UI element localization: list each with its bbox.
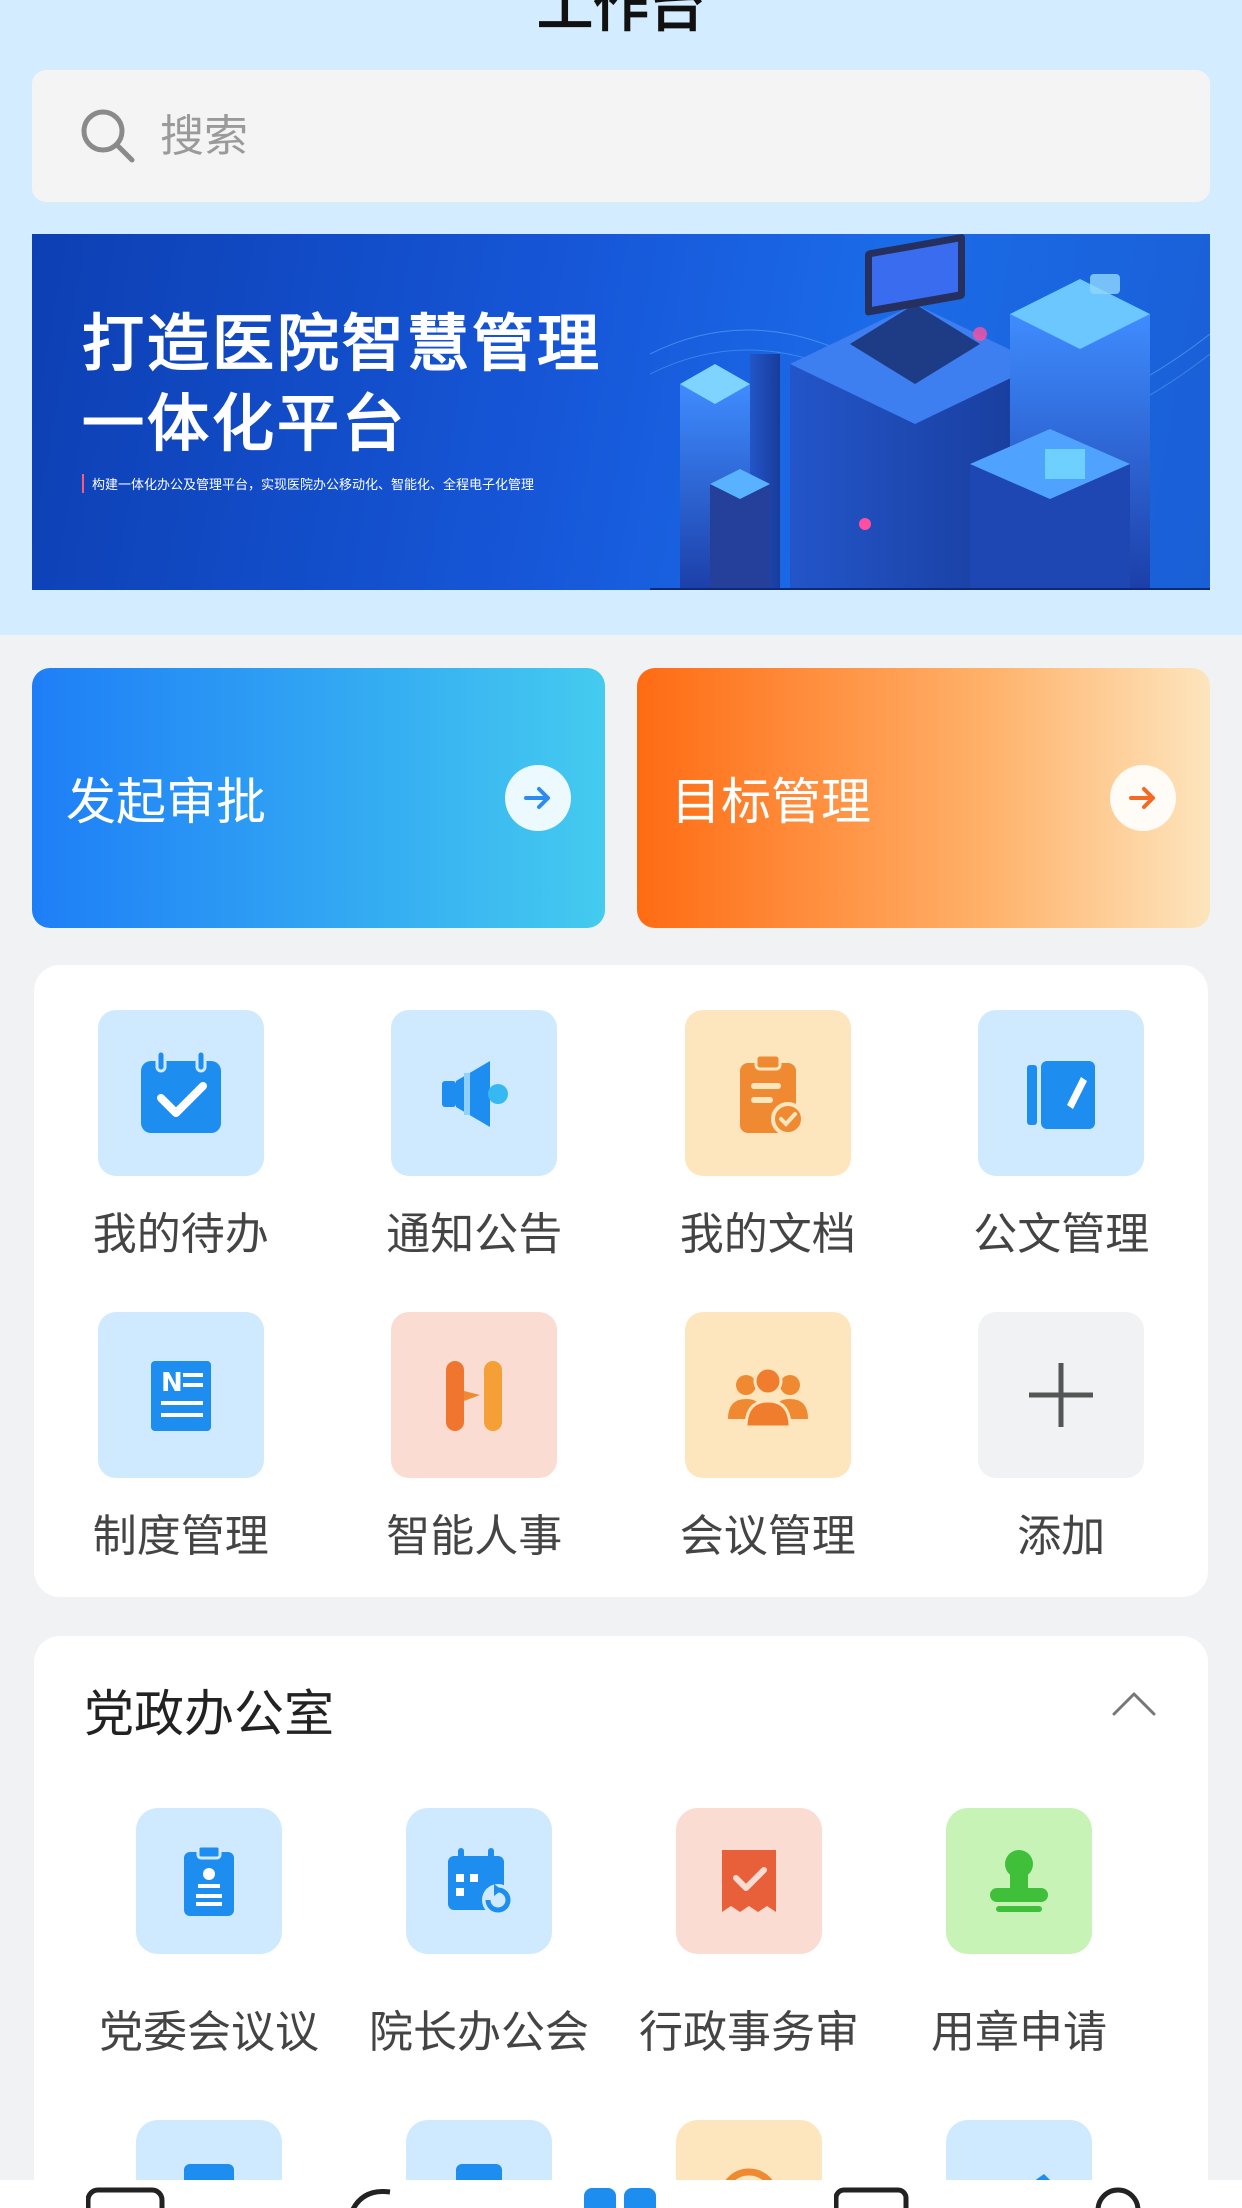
- tab-profile-icon[interactable]: [1090, 2186, 1160, 2208]
- banner-title: 打造医院智慧管理 一体化平台: [82, 304, 602, 464]
- app-label: 制度管理: [92, 1511, 269, 1562]
- svg-text:N: N: [161, 1368, 183, 1398]
- tab-contacts-icon[interactable]: [340, 2186, 420, 2208]
- app-notice[interactable]: 通知公告: [328, 1010, 622, 1262]
- megaphone-icon: [391, 1010, 558, 1176]
- office-app-admin-review[interactable]: 行政事务审: [614, 1808, 884, 2060]
- banner-title-line1: 打造医院智慧管理: [82, 307, 603, 380]
- start-approval-card[interactable]: 发起审批: [32, 668, 605, 928]
- banner-subtitle: 构建一体化办公及管理平台，实现医院办公移动化、智能化、全程电子化管理: [82, 474, 534, 493]
- office-app-label: 行政事务审: [639, 2007, 859, 2058]
- target-management-label: 目标管理: [671, 773, 871, 831]
- arrow-right-icon: [505, 765, 571, 831]
- arrow-right-icon: [1110, 765, 1176, 831]
- calendar-refresh-icon: [406, 1808, 552, 1954]
- search-icon: [81, 109, 135, 163]
- app-shortcuts-panel: 我的待办 通知公告 我的文档 公文管理 N 制度管理 智能人事 会议管理 添加: [34, 965, 1208, 1597]
- search-input[interactable]: [160, 110, 1060, 162]
- bottom-tab-bar: [0, 2180, 1242, 2208]
- stamp-icon: [946, 1808, 1092, 1954]
- chevron-up-icon[interactable]: [1110, 1686, 1158, 1722]
- people-group-icon: [684, 1312, 851, 1478]
- app-my-todo[interactable]: 我的待办: [34, 1010, 328, 1262]
- office-app-party-meeting[interactable]: 党委会议议: [74, 1808, 344, 2060]
- isometric-city-illustration: [650, 234, 1210, 590]
- app-grid: 我的待办 通知公告 我的文档 公文管理 N 制度管理 智能人事 会议管理 添加: [34, 1010, 1208, 1564]
- app-hr[interactable]: 智能人事: [328, 1312, 622, 1564]
- banner-title-line2: 一体化平台: [82, 387, 408, 460]
- office-app-label: 院长办公会: [369, 2007, 589, 2058]
- office-app-label: 党委会议议: [99, 2007, 319, 2058]
- promo-banner[interactable]: 打造医院智慧管理 一体化平台 构建一体化办公及管理平台，实现医院办公移动化、智能…: [32, 234, 1210, 590]
- search-bar[interactable]: [32, 70, 1210, 202]
- app-add[interactable]: 添加: [915, 1312, 1209, 1564]
- app-label: 添加: [1017, 1511, 1106, 1562]
- app-label: 智能人事: [386, 1511, 563, 1562]
- target-management-card[interactable]: 目标管理: [637, 668, 1210, 928]
- office-app-label: 用章申请: [931, 2007, 1107, 2058]
- office-app-seal-request[interactable]: 用章申请: [884, 1808, 1154, 2060]
- start-approval-label: 发起审批: [66, 773, 266, 831]
- app-policy[interactable]: N 制度管理: [34, 1312, 328, 1564]
- tab-messages-icon[interactable]: [86, 2186, 166, 2208]
- folder-pen-icon: [978, 1010, 1145, 1176]
- app-label: 我的文档: [679, 1209, 856, 1260]
- app-meetings[interactable]: 会议管理: [621, 1312, 915, 1564]
- office-app-grid: 党委会议议 院长办公会 行政事务审 用章申请: [74, 1808, 1154, 2208]
- clipboard-check-icon: [684, 1010, 851, 1176]
- top-header-area: 工作台 打造医院智慧管理 一体化平台 构建一体化办公及管理平台，实现医院办公移动…: [0, 0, 1242, 635]
- clipboard-people-icon: [136, 1808, 282, 1954]
- office-panel: 党政办公室 党委会议议 院长办公会 行政事务审 用章申请: [34, 1636, 1208, 2208]
- app-label: 我的待办: [92, 1209, 269, 1260]
- app-label: 通知公告: [386, 1209, 563, 1260]
- office-section-title: 党政办公室: [84, 1685, 334, 1743]
- calendar-check-icon: [97, 1010, 264, 1176]
- app-my-docs[interactable]: 我的文档: [621, 1010, 915, 1262]
- office-app-president-meeting[interactable]: 院长办公会: [344, 1808, 614, 2060]
- app-official-docs[interactable]: 公文管理: [915, 1010, 1209, 1262]
- document-n-icon: N: [97, 1312, 264, 1478]
- hr-h-icon: [391, 1312, 558, 1478]
- app-label: 公文管理: [973, 1209, 1150, 1260]
- page-title: 工作台: [537, 0, 705, 40]
- receipt-check-icon: [676, 1808, 822, 1954]
- plus-icon: [978, 1312, 1145, 1478]
- tab-workbench-icon[interactable]: [582, 2186, 662, 2208]
- app-label: 会议管理: [679, 1511, 856, 1562]
- tab-calendar-icon[interactable]: [834, 2186, 914, 2208]
